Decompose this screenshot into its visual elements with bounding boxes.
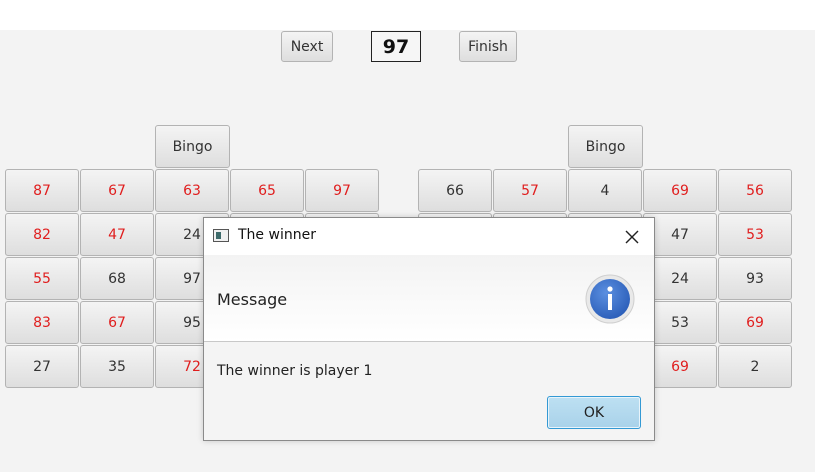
bingo-button-player-2[interactable]: Bingo [568, 125, 643, 168]
info-icon [585, 274, 635, 324]
bingo-cell[interactable]: 83 [5, 301, 79, 344]
bingo-cell[interactable]: 2 [718, 345, 792, 388]
current-number-display: 97 [371, 31, 421, 62]
bingo-cell[interactable]: 69 [643, 169, 717, 212]
finish-button[interactable]: Finish [459, 31, 517, 62]
dialog-header-text: Message [217, 290, 288, 309]
next-button[interactable]: Next [281, 31, 333, 62]
bingo-cell[interactable]: 87 [5, 169, 79, 212]
bingo-cell[interactable]: 67 [80, 169, 154, 212]
bingo-cell[interactable]: 65 [230, 169, 304, 212]
bingo-cell[interactable]: 57 [493, 169, 567, 212]
bingo-cell[interactable]: 93 [718, 257, 792, 300]
bingo-cell[interactable]: 35 [80, 345, 154, 388]
bingo-cell[interactable]: 47 [80, 213, 154, 256]
bingo-cell[interactable]: 66 [418, 169, 492, 212]
bingo-cell[interactable]: 97 [305, 169, 379, 212]
bingo-button-player-1[interactable]: Bingo [155, 125, 230, 168]
dialog-title: The winner [238, 227, 316, 243]
bingo-cell[interactable]: 27 [5, 345, 79, 388]
close-icon[interactable] [620, 226, 644, 248]
ok-button[interactable]: OK [547, 396, 641, 429]
bingo-cell[interactable]: 53 [718, 213, 792, 256]
bingo-cell[interactable]: 69 [718, 301, 792, 344]
app-window-icon [213, 229, 229, 242]
bingo-cell[interactable]: 4 [568, 169, 642, 212]
bingo-cell[interactable]: 67 [80, 301, 154, 344]
dialog-titlebar: The winner [204, 218, 654, 255]
bingo-cell[interactable]: 68 [80, 257, 154, 300]
dialog-message: The winner is player 1 [217, 363, 373, 379]
dialog-header: Message [204, 255, 654, 342]
bingo-cell[interactable]: 56 [718, 169, 792, 212]
winner-dialog: The winner Message The winner is player … [203, 217, 655, 441]
bingo-cell[interactable]: 82 [5, 213, 79, 256]
bingo-cell[interactable]: 55 [5, 257, 79, 300]
bingo-cell[interactable]: 63 [155, 169, 229, 212]
